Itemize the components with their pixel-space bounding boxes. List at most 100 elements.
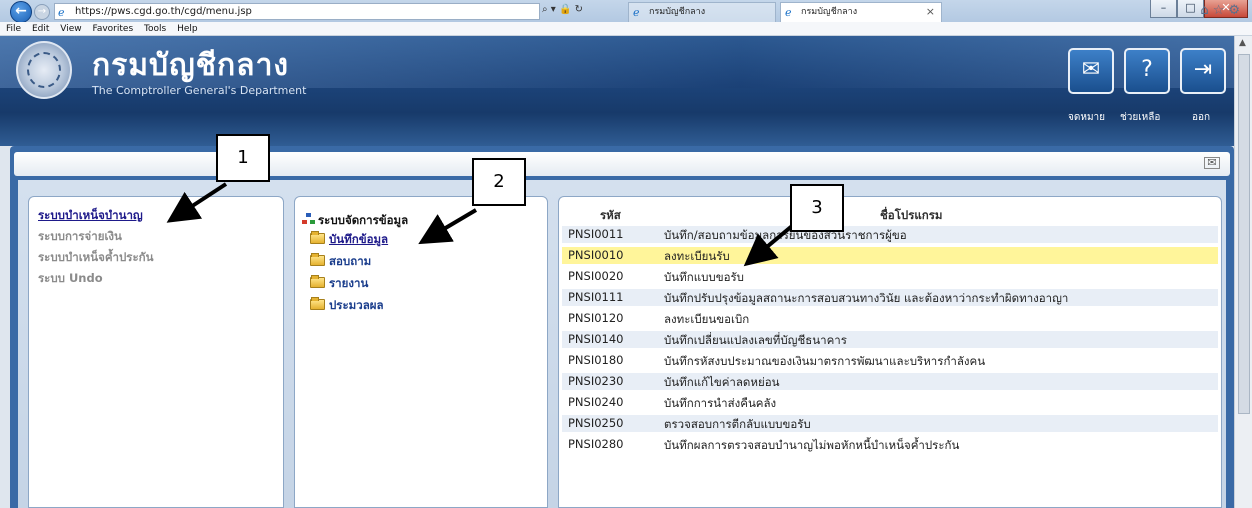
content-toolbar-strip: ✉ xyxy=(14,152,1230,176)
site-subtitle: The Comptroller General's Department xyxy=(92,84,307,97)
program-code: PNSI0020 xyxy=(568,269,624,283)
menu-favorites[interactable]: Favorites xyxy=(92,24,133,34)
lock-icon: 🔒 xyxy=(559,4,572,15)
scrollbar-thumb[interactable] xyxy=(1238,54,1250,414)
search-icon[interactable]: ⌕ xyxy=(542,4,548,15)
program-code: PNSI0240 xyxy=(568,395,624,409)
callout-2: 2 xyxy=(472,158,526,206)
program-name: บันทึก/สอบถามข้อมูลการยื่นของส่วนราชการผ… xyxy=(664,228,907,242)
callout-3: 3 xyxy=(790,184,844,232)
site-title: กรมบัญชีกลาง xyxy=(92,48,290,83)
table-row[interactable]: PNSI0011 บันทึก/สอบถามข้อมูลการยื่นของส่ว… xyxy=(562,226,1218,243)
browser-toolbar-icons: ⌂☆⚙ xyxy=(1200,3,1244,18)
refresh-icon[interactable]: ↻ xyxy=(575,4,583,15)
system-link-payment[interactable]: ระบบการจ่ายเงิน xyxy=(38,228,122,246)
close-tab-icon[interactable]: × xyxy=(926,3,935,21)
table-row[interactable]: PNSI0020 บันทึกแบบขอรับ xyxy=(562,268,1218,285)
star-icon[interactable]: ☆ xyxy=(1213,3,1229,18)
table-row[interactable]: PNSI0230 บันทึกแก้ไขค่าลดหย่อน xyxy=(562,373,1218,390)
table-row[interactable]: PNSI0250 ตรวจสอบการตีกลับแบบขอรับ xyxy=(562,415,1218,432)
system-link-pension[interactable]: ระบบบำเหน็จบำนาญ xyxy=(38,207,143,225)
address-bar[interactable]: ℯ https://pws.cgd.go.th/cgd/menu.jsp xyxy=(54,3,540,20)
menu-tools[interactable]: Tools xyxy=(144,24,166,34)
menu-edit[interactable]: Edit xyxy=(32,24,49,34)
exit-button[interactable]: ⇥ xyxy=(1180,48,1226,94)
menu-view[interactable]: View xyxy=(60,24,81,34)
program-code: PNSI0250 xyxy=(568,416,624,430)
program-name: บันทึกรหัสงบประมาณของเงินมาตรการพัฒนาและ… xyxy=(664,354,986,368)
tree-root: ระบบจัดการข้อมูล xyxy=(302,212,408,230)
system-link-guarantee[interactable]: ระบบบำเหน็จค้ำประกัน xyxy=(38,249,153,267)
program-code: PNSI0280 xyxy=(568,437,624,451)
program-code: PNSI0140 xyxy=(568,332,624,346)
callout-1: 1 xyxy=(216,134,270,182)
ie-icon: ℯ xyxy=(58,6,65,19)
folder-icon xyxy=(310,253,325,266)
program-code: PNSI0010 xyxy=(568,248,624,262)
tree-item-process[interactable]: ประมวลผล xyxy=(310,297,384,315)
tree-item-label: รายงาน xyxy=(329,276,369,290)
ie-icon: ℯ xyxy=(785,6,792,19)
mail-button[interactable]: ✉ xyxy=(1068,48,1114,94)
browser-tab-2[interactable]: ℯ กรมบัญชีกลาง × xyxy=(780,2,942,22)
tree-item-label: บันทึกข้อมูล xyxy=(329,232,389,246)
table-row[interactable]: PNSI0140 บันทึกเปลี่ยนแปลงเลขที่บัญชีธนาค… xyxy=(562,331,1218,348)
program-name: ตรวจสอบการตีกลับแบบขอรับ xyxy=(664,417,811,431)
scroll-up-icon[interactable]: ▲ xyxy=(1239,38,1246,48)
mail-icon: ✉ xyxy=(1081,57,1101,82)
browser-tab-1[interactable]: ℯ กรมบัญชีกลาง xyxy=(628,2,776,22)
menu-bar: File Edit View Favorites Tools Help xyxy=(0,22,1252,36)
program-code: PNSI0180 xyxy=(568,353,624,367)
tree-item-record[interactable]: บันทึกข้อมูล xyxy=(310,231,388,249)
gear-icon[interactable]: ⚙ xyxy=(1228,3,1244,18)
table-row[interactable]: PNSI0180 บันทึกรหัสงบประมาณของเงินมาตรการ… xyxy=(562,352,1218,369)
ie-icon: ℯ xyxy=(633,6,640,19)
tab-title: กรมบัญชีกลาง xyxy=(801,7,858,17)
folder-icon xyxy=(310,231,325,244)
program-code: PNSI0230 xyxy=(568,374,624,388)
exit-label[interactable]: ออก xyxy=(1192,110,1210,125)
tree-item-label: สอบถาม xyxy=(329,254,372,268)
tree-item-report[interactable]: รายงาน xyxy=(310,275,368,293)
tree-item-inquiry[interactable]: สอบถาม xyxy=(310,253,371,271)
column-header-name: ชื่อโปรแกรม xyxy=(880,208,943,222)
address-url: https://pws.cgd.go.th/cgd/menu.jsp xyxy=(75,6,252,17)
browser-navbar: ← → ℯ https://pws.cgd.go.th/cgd/menu.jsp… xyxy=(0,0,1252,23)
system-link-undo[interactable]: ระบบ Undo xyxy=(38,270,103,288)
vertical-scrollbar[interactable]: ▲ xyxy=(1234,36,1252,508)
program-name: บันทึกปรับปรุงข้อมูลสถานะการสอบสวนทางวิน… xyxy=(664,291,1069,305)
message-icon[interactable]: ✉ xyxy=(1204,157,1220,169)
help-label[interactable]: ช่วยเหลือ xyxy=(1120,110,1160,125)
program-name: บันทึกผลการตรวจสอบบำนาญไม่พอหักหนี้บำเหน… xyxy=(664,438,960,452)
folder-icon xyxy=(310,297,325,310)
help-icon: ? xyxy=(1141,57,1153,82)
department-seal-logo xyxy=(16,41,72,99)
program-name: ลงทะเบียนรับ xyxy=(664,249,730,263)
program-name: บันทึกแบบขอรับ xyxy=(664,270,744,284)
program-name: บันทึกแก้ไขค่าลดหย่อน xyxy=(664,375,780,389)
program-code: PNSI0111 xyxy=(568,290,624,304)
address-tools[interactable]: ⌕ ▾ 🔒 ↻ xyxy=(542,4,583,15)
home-icon[interactable]: ⌂ xyxy=(1200,3,1212,18)
forward-button[interactable]: → xyxy=(34,4,50,20)
help-button[interactable]: ? xyxy=(1124,48,1170,94)
back-button[interactable]: ← xyxy=(10,1,32,23)
column-header-code: รหัส xyxy=(600,208,621,222)
table-row-selected[interactable]: PNSI0010 ลงทะเบียนรับ xyxy=(562,247,1218,264)
tab-title: กรมบัญชีกลาง xyxy=(649,7,706,17)
tree-item-label: ประมวลผล xyxy=(329,298,384,312)
menu-file[interactable]: File xyxy=(6,24,21,34)
folder-icon xyxy=(310,275,325,288)
table-row[interactable]: PNSI0120 ลงทะเบียนขอเบิก xyxy=(562,310,1218,327)
program-name: ลงทะเบียนขอเบิก xyxy=(664,312,750,326)
program-code: PNSI0120 xyxy=(568,311,624,325)
table-row[interactable]: PNSI0280 บันทึกผลการตรวจสอบบำนาญไม่พอหักห… xyxy=(562,436,1218,453)
program-name: บันทึกเปลี่ยนแปลงเลขที่บัญชีธนาคาร xyxy=(664,333,847,347)
table-row[interactable]: PNSI0240 บันทึกการนำส่งคืนคลัง xyxy=(562,394,1218,411)
table-row[interactable]: PNSI0111 บันทึกปรับปรุงข้อมูลสถานะการสอบส… xyxy=(562,289,1218,306)
tree-root-label: ระบบจัดการข้อมูล xyxy=(318,213,409,227)
exit-icon: ⇥ xyxy=(1193,57,1213,82)
mail-label[interactable]: จดหมาย xyxy=(1068,110,1105,125)
menu-help[interactable]: Help xyxy=(177,24,198,34)
network-icon xyxy=(302,213,315,225)
